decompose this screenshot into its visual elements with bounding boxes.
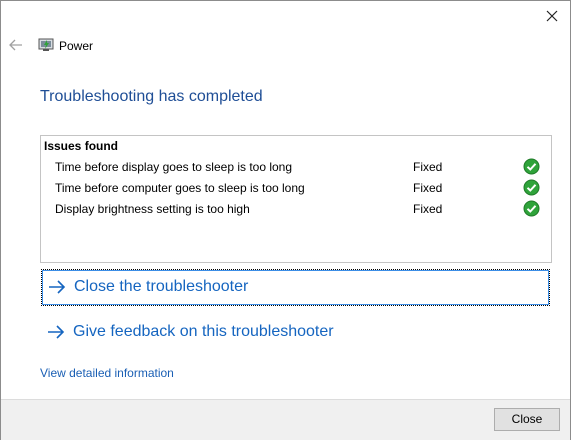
give-feedback-label: Give feedback on this troubleshooter (73, 323, 334, 340)
issue-status: Fixed (413, 160, 443, 174)
close-troubleshooter-label: Close the troubleshooter (74, 278, 249, 295)
issue-status: Fixed (413, 202, 443, 216)
check-icon (523, 179, 540, 196)
title-bar: Power (1, 31, 570, 61)
arrow-right-icon (47, 325, 65, 339)
power-troubleshooter-icon (38, 38, 54, 52)
check-icon (523, 200, 540, 217)
issues-header: Issues found (44, 139, 119, 153)
issue-status: Fixed (413, 181, 443, 195)
footer-bar: Close (1, 399, 570, 440)
issue-text: Time before computer goes to sleep is to… (55, 181, 305, 195)
issues-list: Issues found Time before display goes to… (40, 135, 552, 263)
issue-row: Time before display goes to sleep is too… (41, 157, 551, 178)
view-detailed-information-link[interactable]: View detailed information (40, 366, 174, 380)
issue-row: Time before computer goes to sleep is to… (41, 178, 551, 199)
arrow-right-icon (48, 280, 66, 294)
issue-text: Display brightness setting is too high (55, 202, 250, 216)
give-feedback-link[interactable]: Give feedback on this troubleshooter (41, 315, 550, 352)
back-arrow-icon[interactable] (7, 37, 25, 53)
issue-row: Display brightness setting is too high F… (41, 199, 551, 220)
close-button[interactable]: Close (494, 408, 560, 431)
issue-text: Time before display goes to sleep is too… (55, 160, 293, 174)
close-icon[interactable] (541, 5, 563, 27)
troubleshooter-window: Power Troubleshooting has completed Issu… (0, 0, 571, 440)
check-icon (523, 158, 540, 175)
close-troubleshooter-link[interactable]: Close the troubleshooter (41, 269, 550, 306)
page-title: Troubleshooting has completed (40, 88, 263, 105)
window-title: Power (59, 39, 94, 53)
